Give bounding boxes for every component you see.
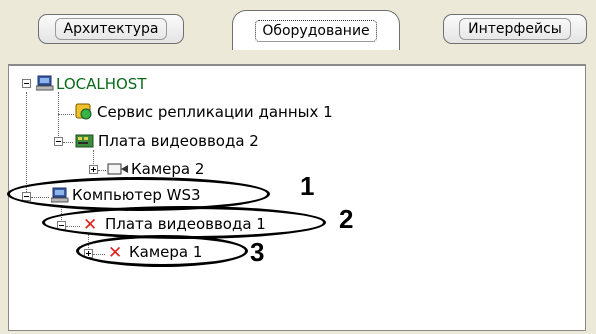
- tree-item-capture-board-1[interactable]: Плата видеоввода 1: [105, 215, 266, 233]
- tab-equipment-label: Оборудование: [255, 19, 377, 42]
- camera-icon: [107, 163, 128, 175]
- red-x-icon: ✕: [108, 243, 123, 263]
- tab-bar: Архитектура Оборудование Интерфейсы: [0, 0, 596, 66]
- tab-architecture[interactable]: Архитектура: [38, 14, 184, 44]
- callout-number-2: 2: [339, 204, 354, 234]
- window: Архитектура Оборудование Интерфейсы LOCA…: [0, 0, 596, 334]
- tab-interfaces[interactable]: Интерфейсы: [443, 14, 587, 44]
- capture-board-icon: [75, 134, 94, 148]
- computer-icon: [51, 187, 69, 203]
- tab-architecture-label: Архитектура: [54, 18, 168, 40]
- callout-number-3: 3: [250, 237, 265, 267]
- tab-equipment[interactable]: Оборудование: [232, 10, 400, 50]
- tree-line: [58, 92, 59, 142]
- tree-line: [93, 254, 105, 255]
- callout-number-1: 1: [300, 171, 315, 201]
- tree-item-camera-1[interactable]: Камера 1: [129, 243, 202, 261]
- expand-toggle-camera-2[interactable]: [89, 165, 98, 174]
- tree-line: [31, 197, 49, 198]
- tree-line: [66, 226, 80, 227]
- tree-item-replication-service[interactable]: Сервис репликации данных 1: [97, 103, 333, 121]
- object-tree-panel[interactable]: LOCALHOST Сервис репликации данных 1 Пла…: [8, 65, 586, 331]
- expand-toggle-camera-1[interactable]: [84, 249, 93, 258]
- red-x-icon: ✕: [83, 215, 98, 235]
- collapse-toggle-computer-ws3[interactable]: [22, 192, 31, 201]
- tree-line: [58, 114, 74, 115]
- tree-line: [63, 142, 73, 143]
- collapse-toggle-localhost[interactable]: [22, 79, 31, 88]
- computer-icon: [36, 75, 54, 91]
- tree-item-capture-board-2[interactable]: Плата видеоввода 2: [98, 132, 259, 150]
- tree-item-computer-ws3[interactable]: Компьютер WS3: [72, 186, 201, 204]
- panel-top-border: [8, 64, 586, 65]
- tree-line: [26, 92, 27, 198]
- tree-item-camera-2[interactable]: Камера 2: [131, 160, 204, 178]
- tab-interfaces-label: Интерфейсы: [459, 18, 571, 40]
- tree-line: [98, 170, 106, 171]
- collapse-toggle-capture-board-1[interactable]: [57, 221, 66, 230]
- tree-item-localhost[interactable]: LOCALHOST: [56, 75, 147, 93]
- collapse-toggle-capture-board-2[interactable]: [54, 137, 63, 146]
- database-service-icon: [75, 103, 92, 120]
